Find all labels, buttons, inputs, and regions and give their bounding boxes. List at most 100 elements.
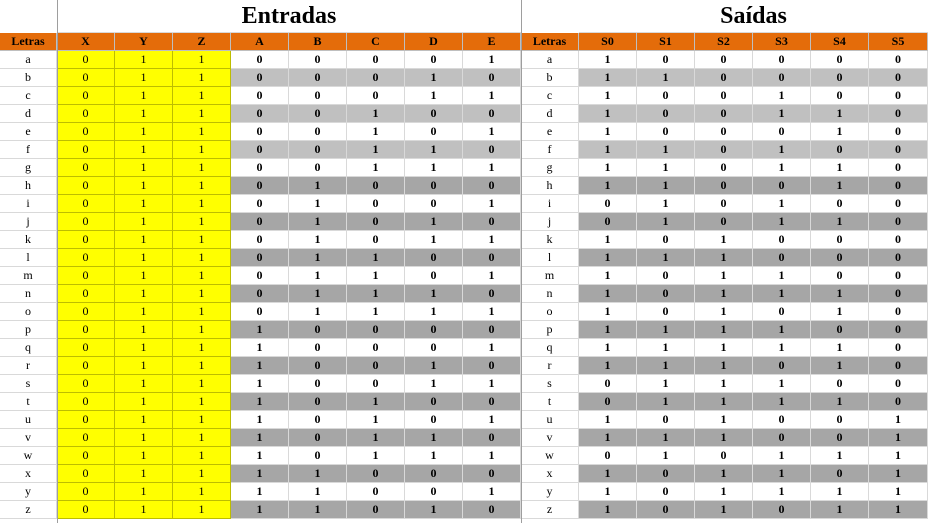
input-cell[interactable]: 0 bbox=[463, 357, 521, 375]
input-cell[interactable]: 0 bbox=[347, 87, 405, 105]
xyz-cell[interactable]: 1 bbox=[173, 483, 231, 501]
output-cell[interactable]: 1 bbox=[869, 501, 928, 519]
output-cell[interactable]: 0 bbox=[811, 411, 869, 429]
input-cell[interactable]: 1 bbox=[231, 501, 289, 519]
output-cell[interactable]: 1 bbox=[579, 303, 637, 321]
input-cell[interactable]: 1 bbox=[231, 357, 289, 375]
xyz-cell[interactable]: 0 bbox=[57, 87, 115, 105]
output-cell[interactable]: 0 bbox=[869, 249, 928, 267]
input-cell[interactable]: 0 bbox=[289, 447, 347, 465]
input-cell[interactable]: 0 bbox=[231, 87, 289, 105]
output-cell[interactable]: 1 bbox=[695, 393, 753, 411]
input-cell[interactable]: 1 bbox=[231, 339, 289, 357]
output-cell[interactable]: 0 bbox=[811, 87, 869, 105]
xyz-cell[interactable]: 0 bbox=[57, 267, 115, 285]
output-cell[interactable]: 0 bbox=[869, 213, 928, 231]
letter-cell[interactable]: f bbox=[0, 141, 57, 159]
output-cell[interactable]: 0 bbox=[637, 105, 695, 123]
input-cell[interactable]: 1 bbox=[231, 411, 289, 429]
output-cell[interactable]: 1 bbox=[579, 141, 637, 159]
output-cell[interactable]: 1 bbox=[869, 429, 928, 447]
output-cell[interactable]: 0 bbox=[695, 123, 753, 141]
input-cell[interactable]: 0 bbox=[231, 195, 289, 213]
input-cell[interactable]: 1 bbox=[405, 303, 463, 321]
input-cell[interactable]: 1 bbox=[231, 465, 289, 483]
xyz-cell[interactable]: 0 bbox=[57, 195, 115, 213]
xyz-cell[interactable]: 0 bbox=[57, 285, 115, 303]
output-cell[interactable]: 1 bbox=[579, 267, 637, 285]
output-cell[interactable]: 1 bbox=[811, 123, 869, 141]
xyz-cell[interactable]: 1 bbox=[173, 303, 231, 321]
input-cell[interactable]: 1 bbox=[405, 141, 463, 159]
output-cell[interactable]: 1 bbox=[579, 51, 637, 69]
input-cell[interactable]: 0 bbox=[463, 213, 521, 231]
input-cell[interactable]: 0 bbox=[405, 195, 463, 213]
input-cell[interactable]: 1 bbox=[289, 465, 347, 483]
letter-cell-right[interactable]: k bbox=[521, 231, 579, 249]
input-cell[interactable]: 0 bbox=[231, 177, 289, 195]
output-cell[interactable]: 1 bbox=[579, 483, 637, 501]
input-cell[interactable]: 0 bbox=[405, 339, 463, 357]
letter-cell-right[interactable]: e bbox=[521, 123, 579, 141]
letter-cell-right[interactable]: b bbox=[521, 69, 579, 87]
xyz-cell[interactable]: 1 bbox=[115, 447, 173, 465]
input-cell[interactable]: 0 bbox=[231, 159, 289, 177]
letter-cell[interactable]: p bbox=[0, 321, 57, 339]
output-cell[interactable]: 0 bbox=[869, 87, 928, 105]
input-cell[interactable]: 0 bbox=[231, 285, 289, 303]
xyz-cell[interactable]: 1 bbox=[115, 393, 173, 411]
xyz-cell[interactable]: 0 bbox=[57, 429, 115, 447]
output-cell[interactable]: 0 bbox=[869, 195, 928, 213]
output-cell[interactable]: 0 bbox=[869, 267, 928, 285]
letter-cell-right[interactable]: h bbox=[521, 177, 579, 195]
output-cell[interactable]: 1 bbox=[869, 447, 928, 465]
output-cell[interactable]: 1 bbox=[753, 267, 811, 285]
output-cell[interactable]: 1 bbox=[695, 339, 753, 357]
xyz-cell[interactable]: 1 bbox=[115, 231, 173, 249]
input-cell[interactable]: 0 bbox=[347, 231, 405, 249]
output-cell[interactable]: 1 bbox=[695, 465, 753, 483]
output-cell[interactable]: 0 bbox=[637, 123, 695, 141]
input-cell[interactable]: 0 bbox=[463, 177, 521, 195]
xyz-cell[interactable]: 1 bbox=[115, 213, 173, 231]
output-cell[interactable]: 0 bbox=[811, 267, 869, 285]
output-cell[interactable]: 0 bbox=[869, 357, 928, 375]
input-cell[interactable]: 0 bbox=[463, 285, 521, 303]
xyz-cell[interactable]: 0 bbox=[57, 249, 115, 267]
input-cell[interactable]: 1 bbox=[463, 447, 521, 465]
output-cell[interactable]: 0 bbox=[695, 447, 753, 465]
input-cell[interactable]: 0 bbox=[289, 339, 347, 357]
output-cell[interactable]: 1 bbox=[637, 375, 695, 393]
output-cell[interactable]: 0 bbox=[811, 231, 869, 249]
output-cell[interactable]: 1 bbox=[695, 285, 753, 303]
xyz-cell[interactable]: 0 bbox=[57, 105, 115, 123]
output-cell[interactable]: 1 bbox=[695, 501, 753, 519]
letter-cell-right[interactable]: j bbox=[521, 213, 579, 231]
letter-cell-right[interactable]: f bbox=[521, 141, 579, 159]
output-cell[interactable]: 0 bbox=[695, 51, 753, 69]
input-cell[interactable]: 0 bbox=[289, 105, 347, 123]
output-cell[interactable]: 0 bbox=[753, 429, 811, 447]
input-cell[interactable]: 1 bbox=[463, 411, 521, 429]
letter-cell-right[interactable]: x bbox=[521, 465, 579, 483]
output-cell[interactable]: 0 bbox=[869, 141, 928, 159]
input-cell[interactable]: 0 bbox=[289, 411, 347, 429]
input-cell[interactable]: 1 bbox=[463, 159, 521, 177]
xyz-cell[interactable]: 1 bbox=[173, 393, 231, 411]
input-cell[interactable]: 1 bbox=[347, 123, 405, 141]
xyz-cell[interactable]: 0 bbox=[57, 177, 115, 195]
input-cell[interactable]: 1 bbox=[347, 429, 405, 447]
letter-cell[interactable]: z bbox=[0, 501, 57, 519]
output-cell[interactable]: 1 bbox=[695, 267, 753, 285]
header-b[interactable]: B bbox=[289, 33, 347, 51]
output-cell[interactable]: 1 bbox=[579, 177, 637, 195]
output-cell[interactable]: 1 bbox=[753, 141, 811, 159]
output-cell[interactable]: 1 bbox=[695, 429, 753, 447]
output-cell[interactable]: 0 bbox=[637, 231, 695, 249]
output-cell[interactable]: 0 bbox=[811, 249, 869, 267]
input-cell[interactable]: 1 bbox=[347, 411, 405, 429]
xyz-cell[interactable]: 1 bbox=[115, 339, 173, 357]
input-cell[interactable]: 1 bbox=[463, 339, 521, 357]
xyz-cell[interactable]: 1 bbox=[173, 177, 231, 195]
output-cell[interactable]: 1 bbox=[637, 447, 695, 465]
